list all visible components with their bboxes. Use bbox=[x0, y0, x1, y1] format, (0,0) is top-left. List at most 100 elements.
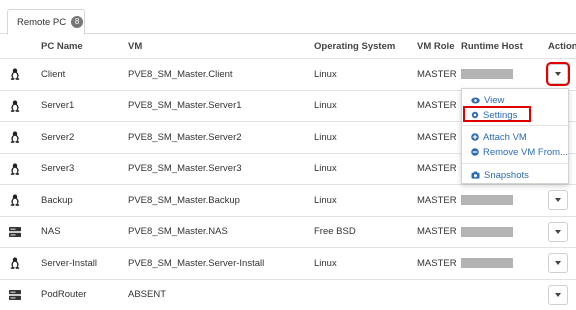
action-cell bbox=[546, 59, 570, 90]
action-dropdown-button[interactable] bbox=[548, 253, 568, 274]
pc-name-cell: Server-Install bbox=[41, 257, 97, 269]
table-row[interactable]: Client PVE8_SM_Master.Client Linux MASTER bbox=[0, 58, 576, 90]
table-row[interactable]: Backup PVE8_SM_Master.Backup Linux MASTER bbox=[0, 184, 576, 216]
menu-item-attach-vm[interactable]: Attach VM bbox=[462, 130, 568, 144]
runtime-host-cell bbox=[461, 59, 513, 90]
runtime-host-cell bbox=[461, 185, 513, 216]
action-cell bbox=[548, 185, 568, 216]
os-cell: Linux bbox=[314, 100, 337, 112]
vm-cell: PVE8_SM_Master.Client bbox=[128, 68, 233, 80]
minus-circle-icon bbox=[471, 148, 479, 156]
menu-item-label: Settings bbox=[483, 109, 518, 121]
chevron-down-icon bbox=[555, 261, 561, 266]
pc-name-cell: Client bbox=[41, 68, 66, 80]
tab-count-badge: 8 bbox=[71, 16, 84, 28]
column-header-pc-name[interactable]: PC Name bbox=[41, 34, 83, 58]
vm-cell: PVE8_SM_Master.NAS bbox=[128, 226, 228, 238]
server-icon bbox=[9, 289, 21, 300]
redacted-host-bar bbox=[461, 258, 513, 269]
redacted-host-bar bbox=[461, 226, 513, 237]
menu-item-snapshots[interactable]: Snapshots bbox=[462, 168, 568, 182]
table-header: PC Name VM Operating System VM Role Runt… bbox=[0, 34, 576, 58]
action-dropdown-button[interactable] bbox=[548, 190, 568, 211]
vm-cell: PVE8_SM_Master.Server3 bbox=[128, 163, 242, 175]
action-dropdown-menu: View Settings Attach VM Remove VM From..… bbox=[461, 88, 569, 184]
os-icon-cell bbox=[8, 217, 22, 248]
vm-role-cell: MASTER bbox=[417, 163, 457, 175]
menu-divider bbox=[462, 163, 568, 164]
vm-cell: PVE8_SM_Master.Server2 bbox=[128, 131, 242, 143]
menu-item-label: View bbox=[484, 94, 505, 106]
vm-role-cell: MASTER bbox=[417, 226, 457, 238]
pc-name-cell: Backup bbox=[41, 194, 73, 206]
os-icon-cell bbox=[8, 91, 22, 122]
vm-role-cell: MASTER bbox=[417, 194, 457, 206]
os-cell: Free BSD bbox=[314, 226, 356, 238]
gear-icon bbox=[471, 111, 479, 119]
action-dropdown-button[interactable] bbox=[548, 221, 568, 242]
menu-divider bbox=[462, 125, 568, 126]
linux-icon bbox=[10, 257, 20, 270]
pc-name-cell: Server3 bbox=[41, 163, 75, 175]
os-cell: Linux bbox=[314, 163, 337, 175]
action-cell bbox=[548, 248, 568, 279]
server-icon bbox=[9, 226, 21, 237]
table-row[interactable]: PodRouter ABSENT bbox=[0, 278, 576, 310]
chevron-down-icon bbox=[555, 198, 561, 203]
tab-bar: Remote PC 8 bbox=[0, 0, 576, 35]
os-icon-cell bbox=[8, 59, 22, 90]
menu-item-remove-vm[interactable]: Remove VM From... bbox=[462, 145, 568, 159]
linux-icon bbox=[10, 100, 20, 112]
action-cell bbox=[548, 217, 568, 248]
menu-item-settings[interactable]: Settings bbox=[462, 108, 568, 122]
redacted-host-bar bbox=[461, 69, 513, 80]
action-cell bbox=[548, 280, 568, 310]
os-icon-cell bbox=[8, 122, 22, 153]
menu-item-label: Remove VM From... bbox=[483, 146, 568, 158]
table-row[interactable]: NAS PVE8_SM_Master.NAS Free BSD MASTER bbox=[0, 215, 576, 248]
os-cell: Linux bbox=[314, 194, 337, 206]
runtime-host-cell bbox=[461, 248, 513, 279]
column-header-action: Action bbox=[548, 40, 576, 52]
pc-name-cell: NAS bbox=[41, 226, 61, 238]
vm-cell: PVE8_SM_Master.Server-Install bbox=[128, 257, 265, 269]
column-header-os[interactable]: Operating System bbox=[314, 34, 395, 58]
tab-label: Remote PC bbox=[17, 16, 67, 28]
runtime-host-cell bbox=[461, 217, 513, 248]
os-cell: Linux bbox=[314, 131, 337, 143]
eye-icon bbox=[471, 97, 480, 103]
pc-name-cell: PodRouter bbox=[41, 289, 87, 301]
os-icon-cell bbox=[8, 248, 22, 279]
menu-item-label: Snapshots bbox=[484, 169, 529, 181]
os-icon-cell bbox=[8, 154, 22, 185]
vm-cell: PVE8_SM_Master.Backup bbox=[128, 194, 240, 206]
column-header-vm[interactable]: VM bbox=[128, 34, 142, 58]
pc-name-cell: Server2 bbox=[41, 131, 75, 143]
linux-icon bbox=[10, 194, 20, 207]
vm-role-cell: MASTER bbox=[417, 68, 457, 80]
column-header-runtime-host[interactable]: Runtime Host bbox=[461, 34, 523, 58]
table-row[interactable]: Server-Install PVE8_SM_Master.Server-Inst… bbox=[0, 247, 576, 279]
vm-cell: ABSENT bbox=[128, 289, 167, 301]
pc-name-cell: Server1 bbox=[41, 100, 75, 112]
action-dropdown-button[interactable] bbox=[546, 62, 570, 87]
menu-item-view[interactable]: View bbox=[462, 93, 568, 107]
vm-role-cell: MASTER bbox=[417, 257, 457, 269]
vm-role-cell: MASTER bbox=[417, 131, 457, 143]
redacted-host-bar bbox=[461, 195, 513, 206]
tab-remote-pc[interactable]: Remote PC 8 bbox=[7, 9, 85, 35]
menu-item-label: Attach VM bbox=[483, 131, 527, 143]
plus-circle-icon bbox=[471, 133, 479, 141]
os-cell: Linux bbox=[314, 68, 337, 80]
linux-icon bbox=[10, 68, 20, 81]
os-icon-cell bbox=[8, 185, 22, 216]
linux-icon bbox=[10, 163, 20, 175]
chevron-down-icon bbox=[555, 292, 561, 297]
vm-cell: PVE8_SM_Master.Server1 bbox=[128, 100, 242, 112]
chevron-down-icon bbox=[555, 72, 561, 77]
linux-icon bbox=[10, 131, 20, 144]
os-icon-cell bbox=[8, 280, 22, 310]
action-dropdown-button[interactable] bbox=[548, 284, 568, 305]
column-header-vm-role[interactable]: VM Role bbox=[417, 34, 454, 58]
camera-icon bbox=[471, 171, 480, 179]
